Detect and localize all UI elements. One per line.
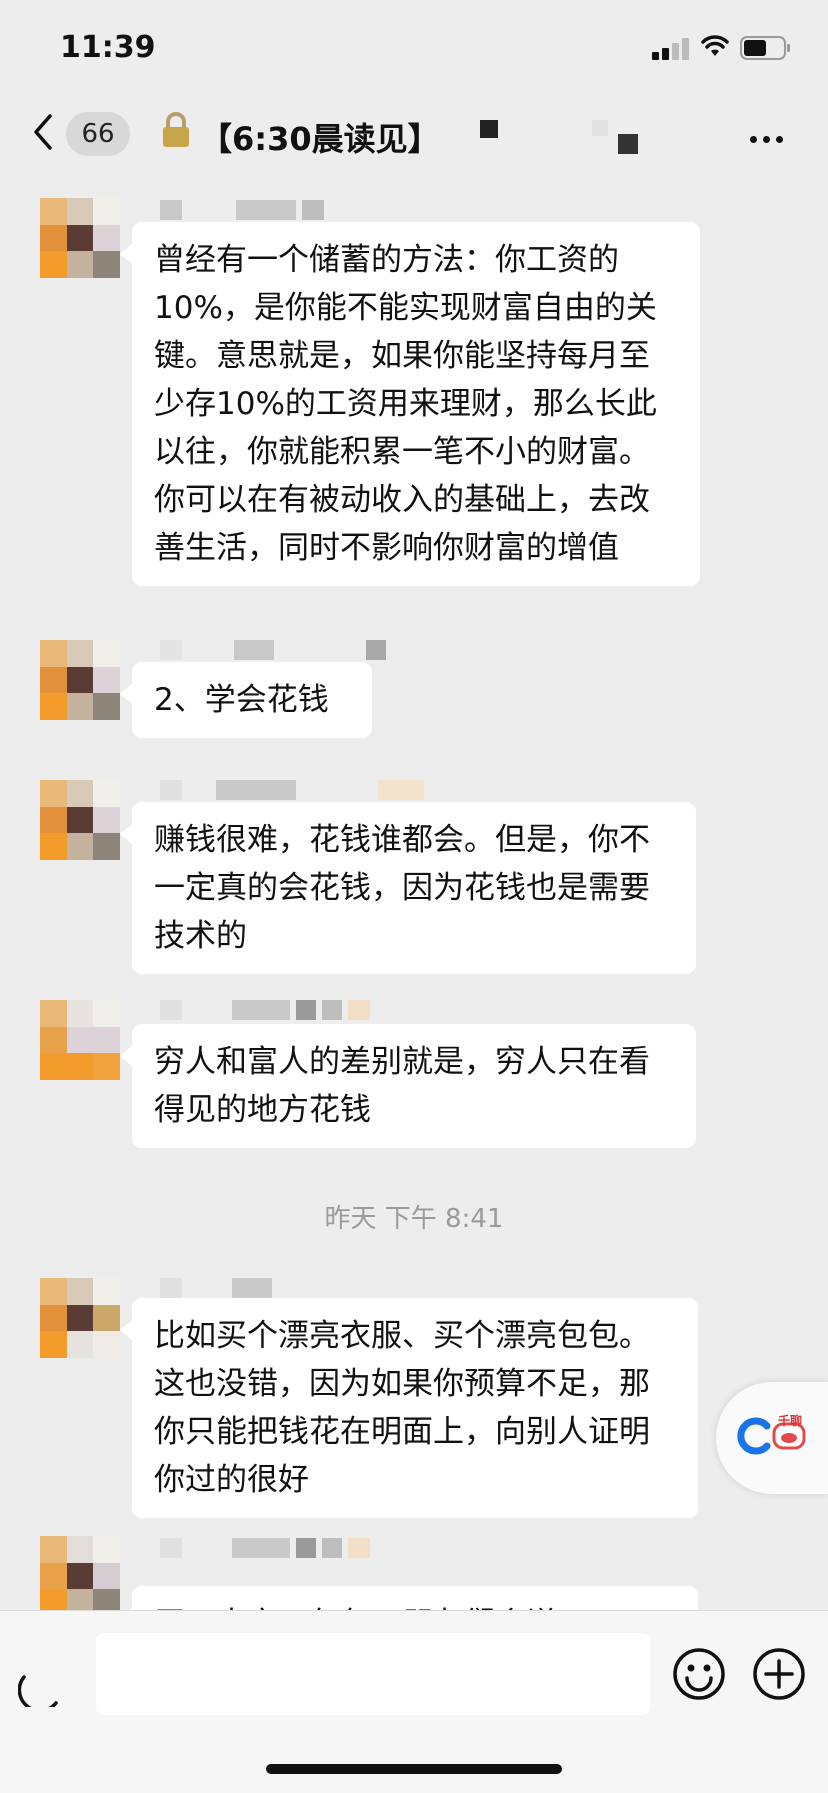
status-bar: 11:39 (0, 0, 828, 100)
avatar[interactable] (40, 780, 120, 860)
message-bubble[interactable]: 赚钱很难，花钱谁都会。但是，你不一定真的会花钱，因为花钱也是需要技术的 (120, 802, 696, 974)
message-bubble[interactable]: 穷人和富人的差别就是，穷人只在看得见的地方花钱 (120, 1024, 696, 1148)
sender-name-redacted (160, 1278, 278, 1300)
home-indicator (266, 1764, 562, 1774)
message-text-input[interactable] (96, 1633, 650, 1715)
signal-icon (652, 38, 690, 60)
message-item: 买了大衣、包包，朋友们会说： (0, 1536, 828, 1610)
message-bubble[interactable]: 比如买个漂亮衣服、买个漂亮包包。这也没错，因为如果你预算不足，那你只能把钱花在明… (120, 1298, 698, 1518)
unread-count-badge[interactable]: 66 (66, 112, 130, 156)
message-bubble[interactable]: 买了大衣、包包，朋友们会说： (120, 1586, 698, 1610)
status-time: 11:39 (60, 30, 156, 65)
plus-icon[interactable] (752, 1647, 806, 1701)
chevron-left-icon[interactable] (28, 112, 58, 152)
avatar[interactable] (40, 1536, 120, 1610)
avatar[interactable] (40, 640, 120, 720)
message-bubble[interactable]: 曾经有一个储蓄的方法：你工资的10%，是你能不能实现财富自由的关键。意思就是，如… (120, 222, 700, 586)
chat-header: 66 【6:30晨读见】 (0, 100, 828, 180)
sender-name-redacted (160, 1538, 376, 1560)
sender-name-redacted (160, 200, 330, 222)
sender-name-redacted (160, 780, 430, 802)
avatar[interactable] (40, 1278, 120, 1358)
more-icon[interactable] (750, 128, 789, 147)
chat-timestamp: 昨天 下午 8:41 (324, 1204, 504, 1234)
message-bubble[interactable]: 2、学会花钱 (120, 662, 372, 738)
widget-label: 千聊 (778, 1414, 803, 1428)
app-logo-icon (737, 1417, 771, 1455)
avatar[interactable] (40, 1000, 120, 1080)
sender-name-redacted (160, 640, 392, 662)
floating-app-widget[interactable]: 千聊 (716, 1382, 828, 1494)
voice-icon[interactable] (18, 1667, 64, 1707)
battery-icon (740, 36, 790, 60)
wifi-icon (701, 35, 729, 56)
lock-icon (163, 112, 189, 147)
chat-title: 【6:30晨读见】 (200, 120, 440, 158)
sender-name-redacted (160, 1000, 376, 1022)
avatar[interactable] (40, 198, 120, 278)
emoji-icon[interactable] (672, 1647, 726, 1701)
